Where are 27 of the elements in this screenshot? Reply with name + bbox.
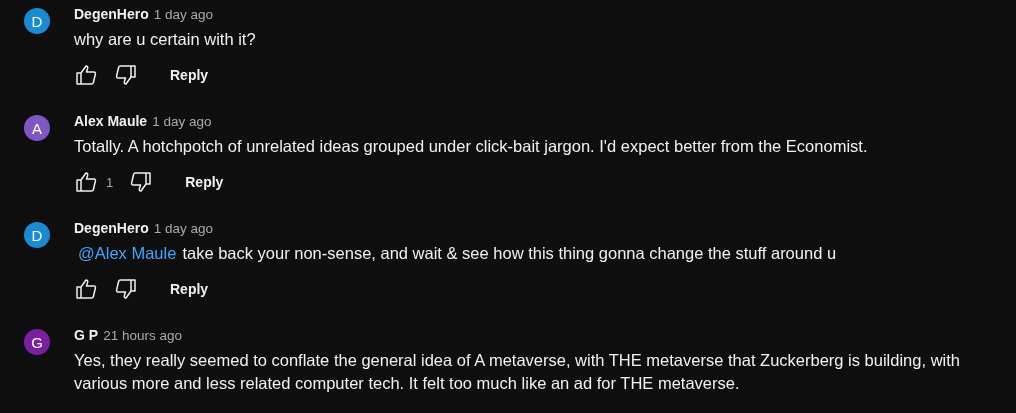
comment-time[interactable]: 1 day ago [152, 114, 212, 129]
thumbs-down-icon[interactable] [129, 170, 154, 194]
thumbs-up-icon[interactable] [74, 170, 98, 194]
comment-text: take back your non-sense, and wait & see how this thing gonna change the stuff around u [182, 244, 837, 262]
thumbs-up-icon[interactable] [74, 63, 98, 87]
like-count: 1 [106, 174, 114, 190]
avatar[interactable]: D [24, 8, 50, 34]
mention-link[interactable]: @Alex Maule [78, 244, 177, 262]
reply-button[interactable]: Reply [154, 59, 225, 91]
comment-time[interactable]: 21 hours ago [103, 328, 182, 343]
comment-time[interactable]: 1 day ago [153, 7, 213, 22]
thumbs-down-icon[interactable] [114, 63, 138, 87]
thumbs-down-icon[interactable] [114, 277, 138, 301]
comment-text: Totally. A hotchpotch of unrelated ideas grouped under click-bait jargon. I'd expect better from the Economist. [74, 137, 868, 155]
comment-time[interactable]: 1 day ago [153, 221, 213, 236]
thumbs-up-icon[interactable] [74, 277, 98, 301]
avatar[interactable]: D [24, 222, 50, 248]
avatar[interactable]: A [24, 115, 50, 141]
avatar[interactable]: G [24, 329, 50, 355]
author-name[interactable]: Alex Maule [74, 113, 148, 129]
comment-text: why are u certain with it? [74, 30, 256, 48]
comment-text: Yes, they really seemed to conflate the general idea of A metaverse, with THE metaverse that Zuckerberg is building, with various more and less related computer tech. It felt too much like an ad for THE metaverse. [74, 351, 960, 392]
author-name[interactable]: G P [74, 327, 99, 343]
reply-button[interactable]: Reply [169, 166, 240, 198]
author-name[interactable]: DegenHero [74, 6, 149, 22]
author-name[interactable]: DegenHero [74, 220, 149, 236]
reply-button[interactable]: Reply [154, 273, 225, 305]
